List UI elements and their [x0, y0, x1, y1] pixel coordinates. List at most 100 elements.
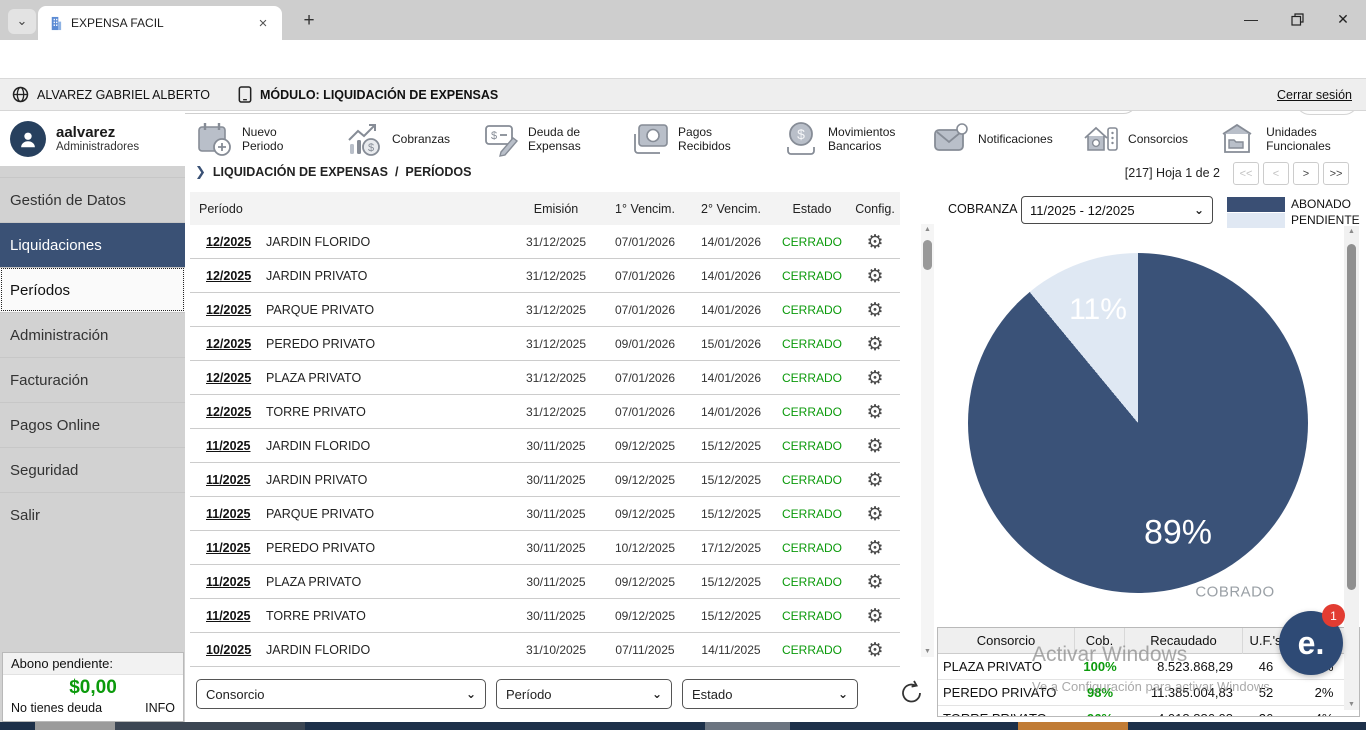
sidebar-item-salir[interactable]: Salir — [0, 492, 185, 537]
config-gear-icon[interactable]: ⚙ — [850, 639, 900, 661]
reload-filters-icon[interactable] — [897, 678, 927, 708]
action-movimientos-bancarios[interactable]: $ Movimientos Bancarios — [781, 120, 900, 158]
estado-badge: CERRADO — [781, 302, 842, 317]
page-prev-button[interactable]: < — [1263, 162, 1289, 185]
period-link[interactable]: 12/2025 — [206, 235, 251, 249]
period-link[interactable]: 11/2025 — [206, 609, 251, 623]
envelope-icon — [931, 120, 971, 158]
action-unidades-funcionales[interactable]: Unidades Funcionales — [1219, 120, 1338, 158]
consorcio-name: TORRE PRIVATO — [266, 608, 366, 623]
estado-filter-select[interactable]: Estado ⌄ — [682, 679, 858, 709]
config-gear-icon[interactable]: ⚙ — [850, 299, 900, 321]
pagination-info: [217] Hoja 1 de 2 — [1124, 166, 1220, 180]
tab-search-button[interactable]: ⌄ — [8, 9, 36, 34]
actions-toolbar: Nuevo Periodo $ Cobranzas $ Deuda de Exp… — [195, 114, 1360, 164]
windows-watermark-line2: Ve a Configuración para activar Windows. — [1032, 679, 1274, 694]
period-link[interactable]: 12/2025 — [206, 371, 251, 385]
config-gear-icon[interactable]: ⚙ — [850, 605, 900, 627]
summary-falta-percent: 4% — [1289, 711, 1359, 716]
scroll-down-icon[interactable]: ▼ — [1345, 701, 1358, 708]
period-link[interactable]: 11/2025 — [206, 507, 251, 521]
invoice-pencil-icon: $ — [481, 120, 521, 158]
sidebar-item-gestion-de-datos[interactable]: Gestión de Datos — [0, 177, 185, 222]
sidebar-item-administracion[interactable]: Administración — [0, 312, 185, 357]
period-link[interactable]: 11/2025 — [206, 473, 251, 487]
abono-info-link[interactable]: INFO — [145, 701, 175, 715]
logout-link[interactable]: Cerrar sesión — [1277, 88, 1352, 102]
sidebar-item-seguridad[interactable]: Seguridad — [0, 447, 185, 492]
config-gear-icon[interactable]: ⚙ — [850, 231, 900, 253]
chat-widget-logo: e. — [1297, 624, 1325, 661]
action-cobranzas[interactable]: $ Cobranzas — [345, 120, 450, 158]
periodo-filter-select[interactable]: Período ⌄ — [496, 679, 672, 709]
consorcio-name: PARQUE PRIVATO — [266, 302, 375, 317]
config-gear-icon[interactable]: ⚙ — [850, 401, 900, 423]
card-payment-icon — [631, 120, 671, 158]
page-last-button[interactable]: >> — [1323, 162, 1349, 185]
legend-swatch-pendiente — [1227, 212, 1285, 228]
sidebar-item-liquidaciones[interactable]: Liquidaciones — [0, 222, 185, 267]
table-row: 12/2025 PARQUE PRIVATO 31/12/2025 07/01/202… — [190, 293, 900, 327]
vencimiento2-date: 15/12/2025 — [700, 608, 762, 623]
consorcio-filter-select[interactable]: Consorcio ⌄ — [196, 679, 486, 709]
period-link[interactable]: 12/2025 — [206, 337, 251, 351]
consorcio-name: JARDIN PRIVATO — [266, 472, 368, 487]
scrollbar-thumb[interactable] — [1347, 244, 1356, 590]
scroll-up-icon[interactable]: ▲ — [921, 226, 934, 233]
minimize-button[interactable]: — — [1228, 0, 1274, 38]
period-link[interactable]: 12/2025 — [206, 269, 251, 283]
table-row: 11/2025 PARQUE PRIVATO 30/11/2025 09/12/202… — [190, 497, 900, 531]
table-scrollbar[interactable]: ▲ ▼ — [921, 224, 934, 657]
abono-pendiente-card: Abono pendiente: $0,00 No tienes deuda I… — [2, 652, 184, 722]
page-next-button[interactable]: > — [1293, 162, 1319, 185]
config-gear-icon[interactable]: ⚙ — [850, 503, 900, 525]
scroll-up-icon[interactable]: ▲ — [1345, 228, 1358, 235]
period-link[interactable]: 12/2025 — [206, 303, 251, 317]
emision-date: 30/11/2025 — [526, 472, 586, 487]
tab-close-icon[interactable]: × — [254, 15, 272, 32]
sidebar-menu: Gestión de Datos Liquidaciones Períodos … — [0, 177, 185, 537]
table-row: 11/2025 JARDIN PRIVATO 30/11/2025 09/12/202… — [190, 463, 900, 497]
period-link[interactable]: 10/2025 — [206, 643, 251, 657]
config-gear-icon[interactable]: ⚙ — [850, 435, 900, 457]
period-link[interactable]: 11/2025 — [206, 439, 251, 453]
config-gear-icon[interactable]: ⚙ — [850, 571, 900, 593]
scroll-down-icon[interactable]: ▼ — [921, 648, 934, 655]
consorcio-name: PARQUE PRIVATO — [266, 506, 375, 521]
vencimiento2-date: 14/01/2026 — [700, 234, 762, 249]
vencimiento1-date: 10/12/2025 — [614, 540, 676, 555]
estado-badge: CERRADO — [781, 506, 842, 521]
action-pagos-recibidos[interactable]: Pagos Recibidos — [631, 120, 750, 158]
browser-tab[interactable]: EXPENSA FACIL × — [38, 6, 282, 40]
action-deuda-de-expensas[interactable]: $ Deuda de Expensas — [481, 120, 600, 158]
sidebar-item-facturacion[interactable]: Facturación — [0, 357, 185, 402]
restore-button[interactable] — [1274, 0, 1320, 38]
config-gear-icon[interactable]: ⚙ — [850, 537, 900, 559]
vencimiento2-date: 14/01/2026 — [700, 268, 762, 283]
config-gear-icon[interactable]: ⚙ — [850, 367, 900, 389]
config-gear-icon[interactable]: ⚙ — [850, 265, 900, 287]
action-consorcios[interactable]: Consorcios — [1081, 120, 1188, 158]
period-link[interactable]: 12/2025 — [206, 405, 251, 419]
sidebar-item-pagos-online[interactable]: Pagos Online — [0, 402, 185, 447]
action-notificaciones[interactable]: Notificaciones — [931, 120, 1053, 158]
action-nuevo-periodo[interactable]: Nuevo Periodo — [195, 120, 314, 158]
sidebar-item-periodos[interactable]: Períodos — [0, 267, 185, 312]
breadcrumb-row: ❯ LIQUIDACIÓN DE EXPENSAS / PERÍODOS [21… — [195, 162, 1355, 188]
emision-date: 30/11/2025 — [526, 438, 586, 453]
scrollbar-thumb[interactable] — [923, 240, 932, 270]
period-link[interactable]: 11/2025 — [206, 575, 251, 589]
config-gear-icon[interactable]: ⚙ — [850, 333, 900, 355]
new-tab-button[interactable]: + — [296, 9, 322, 33]
periods-table-header: Período Emisión 1° Vencim. 2° Vencim. Es… — [190, 192, 900, 225]
close-button[interactable]: ✕ — [1320, 0, 1366, 38]
cobranza-range-select[interactable]: 11/2025 - 12/2025 ⌄ — [1021, 196, 1213, 224]
panel-scrollbar[interactable]: ▲ ▼ — [1344, 226, 1359, 710]
table-row: 11/2025 PEREDO PRIVATO 30/11/2025 10/12/202… — [190, 531, 900, 565]
config-gear-icon[interactable]: ⚙ — [850, 469, 900, 491]
period-link[interactable]: 11/2025 — [206, 541, 251, 555]
table-row: 12/2025 JARDIN PRIVATO 31/12/2025 07/01/202… — [190, 259, 900, 293]
page-first-button[interactable]: << — [1233, 162, 1259, 185]
table-row: 10/2025 JARDIN FLORIDO 31/10/2025 07/11/202… — [190, 633, 900, 667]
chevron-down-icon: ⌄ — [465, 687, 476, 701]
